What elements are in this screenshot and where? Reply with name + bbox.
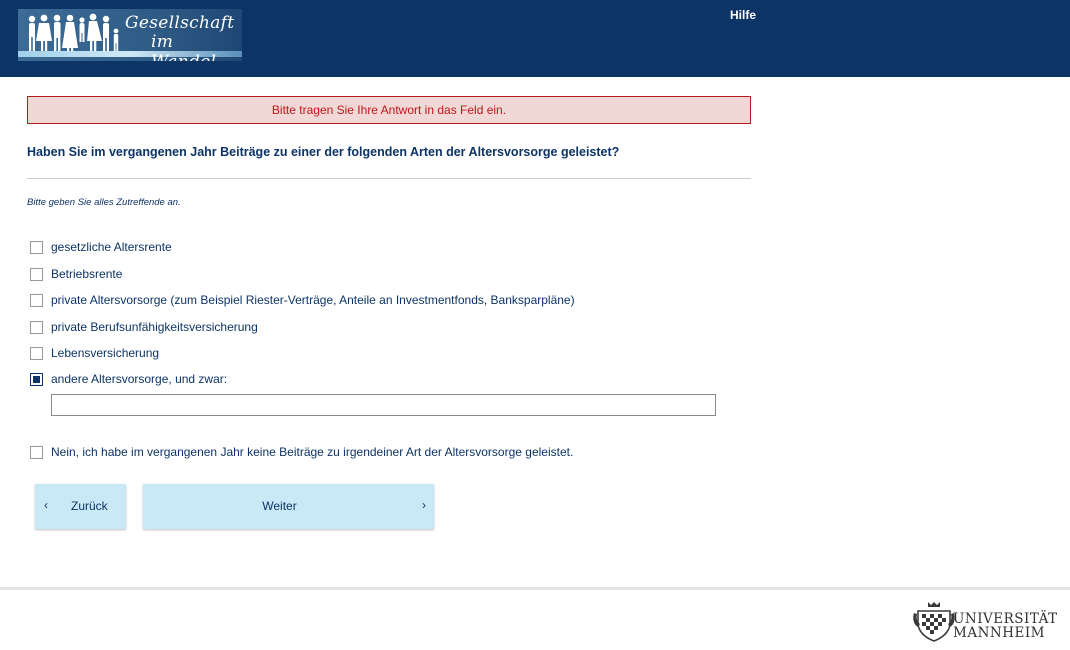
back-button-label: Zurück [71, 499, 108, 513]
option-label: Lebensversicherung [51, 346, 160, 360]
option-label: gesetzliche Altersrente [51, 240, 172, 254]
logo-title-line1: Gesellschaft [125, 13, 235, 33]
back-button[interactable]: ‹ Zurück [35, 484, 126, 529]
option-label: private Altersvorsorge (zum Beispiel Rie… [51, 293, 575, 307]
option-keine-beitraege[interactable]: Nein, ich habe im vergangenen Jahr keine… [30, 443, 573, 461]
checkbox[interactable] [30, 240, 43, 254]
logo-title-line2: im Wandel [151, 32, 216, 61]
option-label: private Berufsunfähigkeitsversicherung [51, 320, 258, 334]
checkbox[interactable] [30, 293, 43, 307]
question-instruction: Bitte geben Sie alles Zutreffende an. [27, 197, 181, 208]
option-lebensversicherung[interactable]: Lebensversicherung [30, 344, 159, 362]
next-button[interactable]: Weiter › [143, 484, 434, 529]
option-betriebsrente[interactable]: Betriebsrente [30, 265, 122, 283]
checkbox[interactable] [30, 267, 43, 281]
chevron-right-icon: › [422, 498, 426, 512]
question-divider [27, 178, 751, 179]
checkbox[interactable] [30, 346, 43, 360]
option-private-altersvorsorge[interactable]: private Altersvorsorge (zum Beispiel Rie… [30, 291, 575, 309]
option-gesetzliche-altersrente[interactable]: gesetzliche Altersrente [30, 238, 172, 256]
option-label: andere Altersvorsorge, und zwar: [51, 372, 228, 386]
option-andere-altersvorsorge[interactable]: andere Altersvorsorge, und zwar: [30, 370, 227, 388]
help-link[interactable]: Hilfe [730, 8, 756, 22]
option-label: Betriebsrente [51, 267, 123, 281]
next-button-label: Weiter [262, 499, 297, 513]
validation-error-message: Bitte tragen Sie Ihre Antwort in das Fel… [27, 96, 751, 124]
university-name-line2: MANNHEIM [953, 625, 1045, 641]
checkbox[interactable] [30, 445, 43, 459]
question-text: Haben Sie im vergangenen Jahr Beiträge z… [27, 145, 620, 159]
checkbox-checked[interactable] [30, 372, 43, 386]
footer-divider [0, 587, 1070, 590]
site-header: Gesellschaft im Wandel Hilfe [0, 0, 1070, 77]
chevron-left-icon: ‹ [44, 498, 48, 512]
checkbox[interactable] [30, 320, 43, 334]
option-berufsunfaehigkeitsversicherung[interactable]: private Berufsunfähigkeitsversicherung [30, 318, 258, 336]
other-specify-input[interactable] [51, 394, 716, 416]
gesellschaft-im-wandel-logo: Gesellschaft im Wandel [18, 9, 242, 61]
option-label: Nein, ich habe im vergangenen Jahr keine… [51, 445, 574, 459]
